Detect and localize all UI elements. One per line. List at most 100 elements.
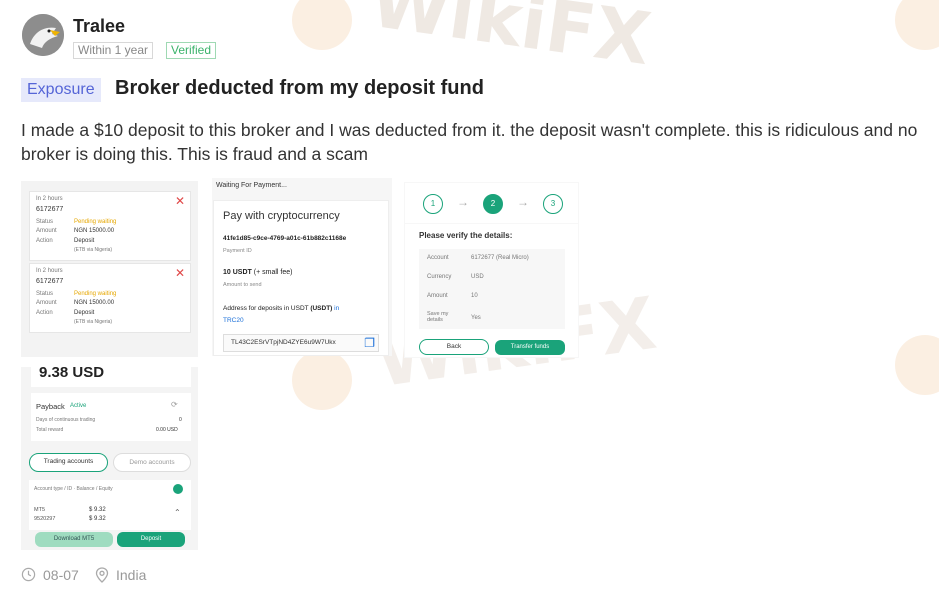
- transaction-id: 6172677: [36, 278, 64, 285]
- reward-value: 0.00 USD: [156, 427, 178, 433]
- payment-card: Pay with cryptocurrency 41fe1d85-c9ce-47…: [213, 200, 389, 356]
- amount-value: NGN 15000.00: [74, 300, 115, 306]
- row-value: Yes: [471, 315, 481, 321]
- row-label: Save my details: [427, 311, 449, 323]
- amount-value: NGN 15000.00: [74, 228, 115, 234]
- transaction-card: In 2 hours 6172677 ✕ Status Pending wait…: [29, 263, 191, 333]
- watermark-logo: [292, 0, 352, 50]
- deposit-button[interactable]: Deposit: [117, 532, 185, 547]
- row-label: Account: [427, 255, 449, 261]
- download-mt5-button[interactable]: Download MT5: [35, 532, 113, 547]
- address-value: TL43C2ESrVTpjND4ZYE6u9W7Ukx: [231, 339, 336, 346]
- network-in: in: [334, 305, 340, 312]
- payback-panel: Payback Active ⟳ Days of continuous trad…: [31, 393, 191, 441]
- close-icon[interactable]: ✕: [175, 194, 185, 208]
- transaction-card: In 2 hours 6172677 ✕ Status Pending wait…: [29, 191, 191, 261]
- amount-value: 10 USDT: [223, 269, 252, 276]
- attachment-image-4[interactable]: 9.38 USD Payback Active ⟳ Days of contin…: [21, 367, 198, 550]
- days-label: Days of continuous trading: [36, 417, 96, 423]
- status-label: Status: [36, 219, 54, 225]
- refresh-icon[interactable]: ⟳: [171, 400, 178, 409]
- user-name[interactable]: Tralee: [73, 16, 125, 37]
- payment-id-label: Payment ID: [223, 248, 252, 254]
- status-value: Pending waiting: [74, 291, 117, 297]
- row-value: 6172677 (Real Micro): [471, 255, 529, 261]
- accounts-list: Account type / ID · Balance / Equity MT5…: [29, 480, 191, 530]
- post-date: 08-07: [43, 567, 79, 583]
- account-equity: $ 9.32: [89, 516, 106, 522]
- details-table: Account 6172677 (Real Micro) Currency US…: [419, 249, 565, 329]
- verified-badge: Verified: [166, 42, 217, 59]
- step-3: 3: [543, 194, 563, 214]
- amount-line: 10 USDT (+ small fee): [223, 269, 292, 276]
- amount-label: Amount to send: [223, 282, 262, 288]
- payment-heading: Pay with cryptocurrency: [223, 210, 340, 222]
- status-dot-icon: [173, 484, 183, 494]
- payback-status: Active: [70, 403, 87, 409]
- trading-accounts-tab[interactable]: Trading accounts: [29, 453, 108, 472]
- tenure-badge: Within 1 year: [73, 42, 154, 59]
- status-label: Status: [36, 291, 54, 297]
- address-currency: (USDT): [310, 305, 333, 312]
- account-balance: $ 9.32: [89, 507, 106, 513]
- row-label: Amount: [427, 293, 448, 299]
- balance-panel: 9.38 USD: [31, 367, 191, 387]
- amount-label: Amount: [36, 300, 57, 306]
- demo-accounts-label: Demo accounts: [129, 459, 175, 466]
- step-1: 1: [423, 194, 443, 214]
- back-label: Back: [446, 343, 462, 350]
- action-label: Action: [36, 310, 53, 316]
- verify-panel: Please verify the details: Account 61726…: [405, 224, 578, 357]
- post-title: Broker deducted from my deposit fund: [115, 77, 484, 99]
- transfer-label: Transfer funds: [510, 344, 550, 350]
- download-label: Download MT5: [53, 536, 95, 542]
- reward-label: Total reward: [36, 427, 64, 433]
- attachment-image-1[interactable]: In 2 hours 6172677 ✕ Status Pending wait…: [21, 181, 198, 357]
- stepper: 1 → 2 → 3: [405, 183, 578, 223]
- copy-icon[interactable]: ❐: [364, 336, 375, 350]
- transaction-time: In 2 hours: [36, 268, 63, 274]
- step-2: 2: [483, 194, 503, 214]
- transaction-id: 6172677: [36, 206, 64, 213]
- post-body: I made a $10 deposit to this broker and …: [21, 120, 918, 164]
- demo-accounts-tab[interactable]: Demo accounts: [113, 453, 191, 472]
- watermark-logo: [895, 0, 939, 50]
- account-type: MT5: [34, 507, 45, 513]
- balance-value: 9.38 USD: [39, 367, 105, 381]
- action-value: Deposit: [74, 310, 95, 316]
- payment-id: 41fe1d85-c9ce-4769-a01c-61b882c1168e: [223, 235, 347, 242]
- deposit-label: Deposit: [140, 536, 162, 542]
- action-value: Deposit: [74, 238, 95, 244]
- method-value: (ETB via Nigeria): [74, 319, 113, 325]
- list-header: Account type / ID · Balance / Equity: [34, 486, 113, 492]
- payment-header: Waiting For Payment...: [216, 182, 287, 189]
- days-value: 0: [179, 417, 182, 423]
- watermark-logo: [292, 350, 352, 410]
- close-icon[interactable]: ✕: [175, 266, 185, 280]
- verify-heading: Please verify the details:: [419, 231, 513, 240]
- address-label-line: Address for deposits in USDT (USDT) in: [223, 305, 339, 312]
- avatar[interactable]: [22, 14, 64, 56]
- arrow-right-icon: →: [517, 195, 529, 209]
- watermark-logo: [895, 335, 939, 395]
- row-value: USD: [471, 274, 484, 280]
- network-link[interactable]: TRC20: [223, 317, 244, 324]
- watermark-text: WikiFX: [365, 0, 656, 82]
- eagle-avatar-icon: [22, 14, 64, 56]
- address-field[interactable]: TL43C2ESrVTpjND4ZYE6u9W7Ukx ❐: [223, 334, 379, 352]
- amount-note: (+ small fee): [253, 269, 293, 276]
- chevron-up-icon[interactable]: ⌃: [174, 508, 181, 517]
- attachment-image-3[interactable]: 1 → 2 → 3 Please verify the details: Acc…: [404, 182, 579, 358]
- method-value: (ETB via Nigeria): [74, 247, 113, 253]
- trading-accounts-label: Trading accounts: [43, 458, 94, 465]
- transfer-funds-button[interactable]: Transfer funds: [495, 340, 565, 355]
- amount-label: Amount: [36, 228, 57, 234]
- back-button[interactable]: Back: [419, 339, 489, 355]
- row-label: Currency: [427, 274, 452, 280]
- location-pin-icon: [95, 567, 109, 586]
- payback-label: Payback: [36, 402, 65, 411]
- account-id: 9520297: [34, 516, 56, 522]
- action-label: Action: [36, 238, 53, 244]
- attachment-image-2[interactable]: Waiting For Payment... Pay with cryptocu…: [212, 178, 392, 356]
- row-value: 10: [471, 293, 478, 299]
